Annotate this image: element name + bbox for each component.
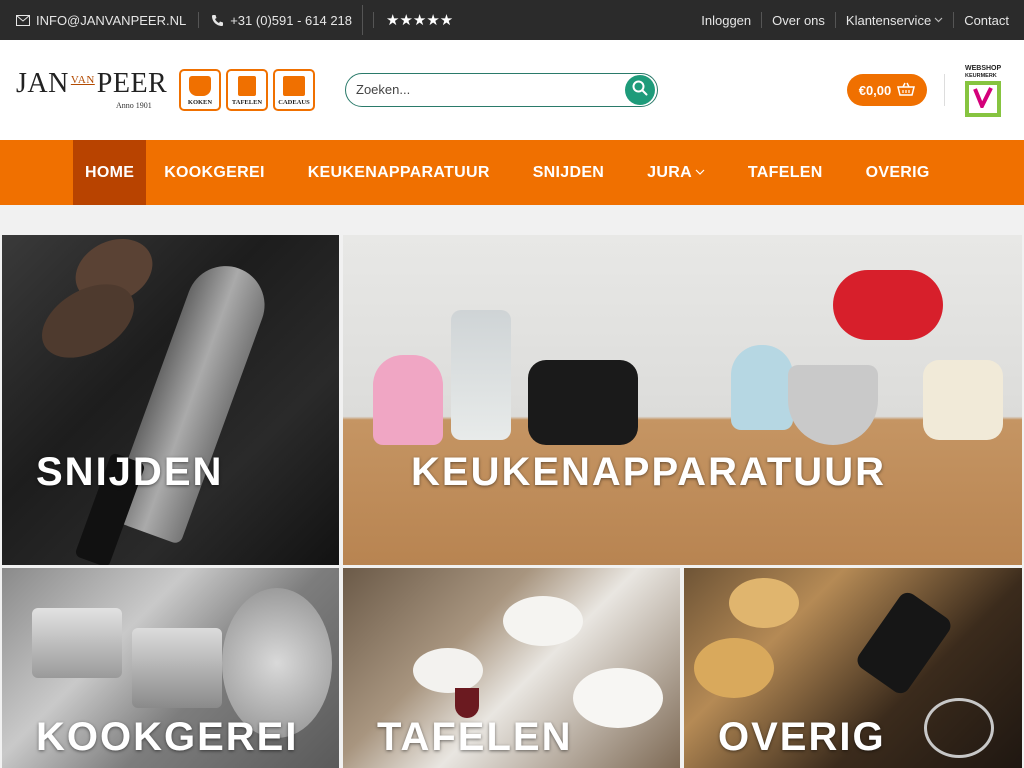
plate-image [503, 596, 583, 646]
plate-image [413, 648, 483, 693]
badge-tafelen-label: TAFELEN [231, 99, 263, 106]
mixer-bowl-image [788, 365, 878, 445]
search-input[interactable] [356, 82, 616, 97]
spatula-image [853, 588, 955, 698]
logo[interactable]: JAN VAN PEER Anno 1901 [16, 68, 168, 111]
top-bar: INFO@JANVANPEER.NL +31 (0)591 - 614 218 … [0, 0, 1024, 40]
tile-tafelen[interactable]: TAFELEN [343, 568, 680, 768]
pot-image [132, 628, 222, 708]
contact-link[interactable]: Contact [964, 13, 1009, 28]
logo-peer: PEER [96, 68, 168, 99]
nav-home[interactable]: HOME [73, 140, 147, 205]
service-link[interactable]: Klantenservice [846, 13, 943, 28]
kettle-blue-image [731, 345, 793, 430]
bread-image [694, 638, 774, 698]
service-label: Klantenservice [845, 12, 932, 28]
search-icon [632, 80, 648, 101]
search-bar [345, 73, 658, 107]
toaster-black-image [528, 360, 638, 445]
login-link[interactable]: Inloggen [701, 13, 751, 28]
category-badges: KOKEN TAFELEN CADEAUS [179, 69, 315, 111]
nav-snijden[interactable]: SNIJDEN [521, 140, 616, 205]
badge-koken[interactable]: KOKEN [179, 69, 221, 111]
phone-text: +31 (0)591 - 614 218 [230, 12, 353, 28]
cutlery-icon [238, 76, 256, 96]
main-nav: HOME KOOKGEREI KEUKENAPPARATUUR SNIJDEN … [0, 140, 1024, 205]
blender-image [451, 310, 511, 440]
nav-keukenapparatuur[interactable]: KEUKENAPPARATUUR [296, 140, 502, 205]
chevron-down-icon [695, 167, 705, 178]
search-button[interactable] [625, 75, 655, 105]
email-text: INFO@JANVANPEER.NL [36, 12, 187, 28]
tile-snijden[interactable]: SNIJDEN [2, 235, 339, 565]
tile-keukenapparatuur-label: KEUKENAPPARATUUR [411, 450, 886, 494]
checkmark-icon [972, 86, 994, 113]
tile-overig-label: OVERIG [718, 715, 886, 759]
webshop-keurmerk-logo[interactable]: WEBSHOP KEURMERK [965, 65, 1003, 117]
tile-snijden-label: SNIJDEN [36, 450, 224, 494]
phone-link[interactable]: +31 (0)591 - 614 218 [211, 13, 352, 28]
nav-kookgerei[interactable]: KOOKGEREI [152, 140, 277, 205]
phone-icon [211, 14, 224, 27]
mixer-red-image [833, 270, 943, 340]
tile-kookgerei[interactable]: KOOKGEREI [2, 568, 339, 768]
nav-tafelen[interactable]: TAFELEN [736, 140, 835, 205]
cart-button[interactable]: €0,00 [847, 74, 927, 106]
badge-cadeaus-label: CADEAUS [278, 99, 310, 106]
nav-jura-label: JURA [647, 163, 692, 181]
whisk-image [924, 698, 994, 758]
badge-tafelen[interactable]: TAFELEN [226, 69, 268, 111]
logo-jan: JAN [16, 68, 69, 99]
toaster-cream-image [923, 360, 1003, 440]
wine-glass-image [455, 688, 479, 718]
pot-icon [189, 76, 211, 96]
nav-overig[interactable]: OVERIG [854, 140, 942, 205]
logo-anno: Anno 1901 [116, 101, 152, 110]
kettle-pink-image [373, 355, 443, 445]
header: JAN VAN PEER Anno 1901 KOKEN TAFELEN CAD… [0, 40, 1024, 140]
chevron-down-icon [934, 17, 943, 23]
badge-koken-label: KOKEN [187, 99, 213, 106]
tile-tafelen-label: TAFELEN [377, 715, 573, 759]
keurmerk-line2: KEURMERK [965, 73, 997, 79]
logo-van: VAN [70, 74, 95, 86]
cart-total: €0,00 [858, 82, 892, 98]
tile-kookgerei-label: KOOKGEREI [36, 715, 299, 759]
bread-image [729, 578, 799, 628]
rating-stars[interactable]: ★★★★★ [386, 11, 453, 29]
basket-icon [897, 82, 916, 99]
badge-cadeaus[interactable]: CADEAUS [273, 69, 315, 111]
pot-image [32, 608, 122, 678]
tile-keukenapparatuur[interactable]: KEUKENAPPARATUUR [343, 235, 1022, 565]
tile-overig[interactable]: OVERIG [684, 568, 1022, 768]
plate-image [573, 668, 663, 728]
about-link[interactable]: Over ons [772, 13, 825, 28]
keurmerk-line1: WEBSHOP [965, 65, 1002, 72]
mail-icon [16, 14, 30, 26]
nav-jura[interactable]: JURA [635, 140, 717, 205]
gift-icon [283, 76, 305, 96]
email-link[interactable]: INFO@JANVANPEER.NL [16, 13, 186, 28]
